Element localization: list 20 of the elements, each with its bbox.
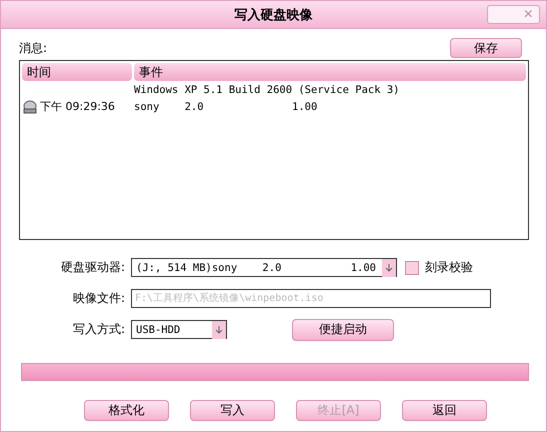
action-button[interactable]: 格式化 <box>84 400 169 421</box>
event-cell: sony 2.0 1.00 <box>134 100 318 112</box>
messages-label: 消息: <box>19 40 48 56</box>
action-button[interactable]: 写入 <box>190 400 275 421</box>
action-button[interactable]: 返回 <box>402 400 487 421</box>
event-cell: Windows XP 5.1 Build 2600 (Service Pack 3) <box>134 84 400 96</box>
drive-label: 硬盘驱动器: <box>60 259 125 276</box>
save-button[interactable]: 保存 <box>450 38 522 58</box>
image-file-field[interactable]: F:\工具程序\系统镜像\winpeboot.iso <box>131 289 491 308</box>
image-file-label: 映像文件: <box>72 290 125 307</box>
write-mode-dropdown[interactable]: USB-HDD <box>131 320 227 339</box>
verify-checkbox[interactable] <box>405 260 419 274</box>
column-header[interactable]: 事件 <box>134 63 526 81</box>
drive-dropdown[interactable]: (J:, 514 MB)sony 2.0 1.00 <box>131 258 397 277</box>
column-header[interactable]: 时间 <box>22 63 132 81</box>
window-title: 写入硬盘映像 <box>234 6 312 24</box>
write-mode-label: 写入方式: <box>72 321 125 338</box>
verify-label: 刻录校验 <box>425 259 473 276</box>
quick-boot-button[interactable]: 便捷启动 <box>292 318 394 340</box>
time-cell: 下午 09:29:36 <box>40 99 115 114</box>
